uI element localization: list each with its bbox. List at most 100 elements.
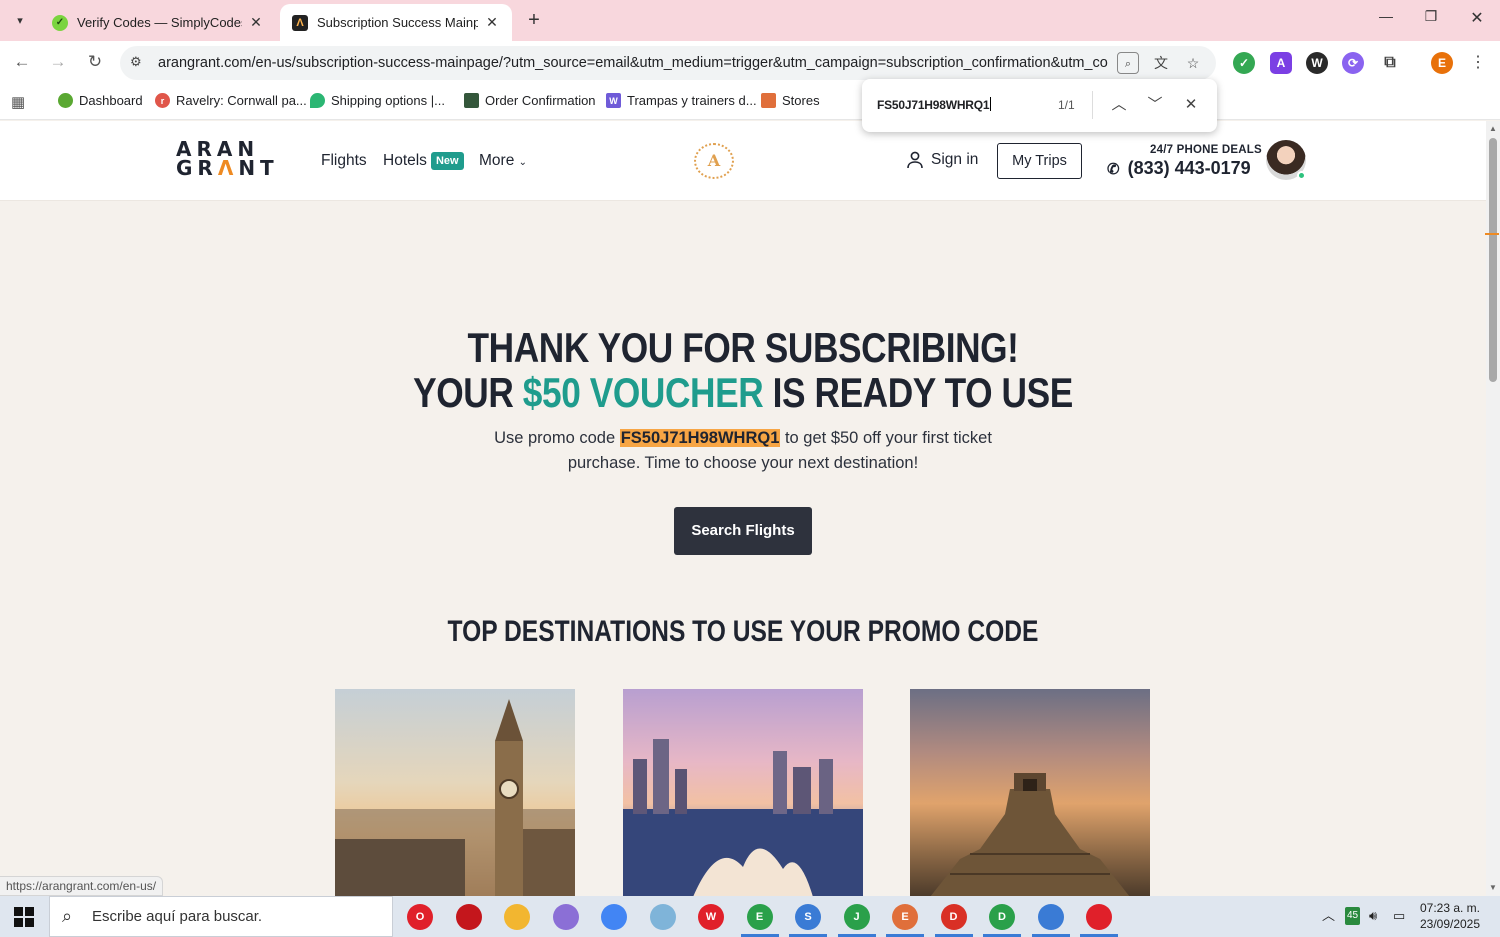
tab-title: Verify Codes — SimplyCodes bbox=[77, 15, 242, 30]
window-close-icon[interactable]: ✕ bbox=[1462, 8, 1492, 30]
promo-code[interactable]: FS50J71H98WHRQ1 bbox=[619, 429, 781, 447]
bookmark-label: Ravelry: Cornwall pa... bbox=[176, 93, 307, 108]
chevron-up-icon[interactable]: ︿ bbox=[1322, 907, 1335, 925]
close-icon[interactable]: ✕ bbox=[1179, 93, 1203, 117]
chrome-profile-d-icon[interactable]: D bbox=[934, 904, 973, 937]
bookmark-order-confirmation[interactable]: Order Confirmation bbox=[464, 93, 596, 108]
chrome-profile-d2-icon[interactable]: D bbox=[983, 904, 1021, 937]
chrome-profile-user-icon[interactable] bbox=[1080, 904, 1118, 937]
my-trips-button[interactable]: My Trips bbox=[997, 143, 1082, 179]
tab-verify-codes[interactable]: ✓ Verify Codes — SimplyCodes ✕ bbox=[40, 4, 276, 41]
taskbar-search[interactable]: ⌕ Escribe aquí para buscar. bbox=[49, 896, 393, 937]
profile-avatar[interactable]: E bbox=[1431, 52, 1453, 74]
agent-avatar[interactable] bbox=[1266, 140, 1306, 180]
chrome-profile-e-icon[interactable]: E bbox=[740, 904, 779, 937]
new-tab-button[interactable]: + bbox=[524, 9, 544, 31]
app-red-icon[interactable] bbox=[455, 904, 482, 930]
nav-flights[interactable]: Flights bbox=[321, 152, 367, 170]
notepad-icon[interactable] bbox=[649, 904, 676, 930]
hero-subtitle-text: YOUR bbox=[413, 369, 523, 416]
network-icon[interactable]: ▭ bbox=[1393, 907, 1405, 925]
find-match-count: 1/1 bbox=[1058, 98, 1075, 112]
logo-text: GR bbox=[176, 156, 218, 180]
tray-app-badge[interactable]: 45 bbox=[1345, 907, 1361, 925]
close-icon[interactable]: ✕ bbox=[248, 14, 264, 31]
bookmark-trampas[interactable]: W Trampas y trainers d... bbox=[606, 93, 757, 108]
windows-taskbar: ⌕ Escribe aquí para buscar. OWESJEDD ︿ 4… bbox=[0, 896, 1500, 937]
bookmark-label: Dashboard bbox=[79, 93, 143, 108]
new-badge: New bbox=[430, 152, 464, 170]
taskbar-clock[interactable]: 07:23 a. m. 23/09/2025 bbox=[1410, 900, 1490, 932]
destination-card-sydney[interactable] bbox=[623, 689, 863, 897]
find-bar: FS50J71H98WHRQ1 1/1 ︿ ﹀ ✕ bbox=[862, 79, 1217, 132]
address-bar[interactable]: ⚙ arangrant.com/en-us/subscription-succe… bbox=[120, 46, 1216, 80]
arangrant-logo[interactable]: ARAN GRΛNT bbox=[176, 139, 282, 180]
bookmark-stores[interactable]: Stores bbox=[761, 93, 820, 108]
destination-card-london[interactable] bbox=[335, 689, 575, 897]
chevron-up-icon[interactable]: ︿ bbox=[1107, 93, 1131, 117]
translate-icon[interactable]: 文 bbox=[1150, 52, 1172, 74]
forward-icon[interactable]: → bbox=[46, 52, 70, 74]
voucher-amount: $50 VOUCHER bbox=[522, 369, 764, 416]
purple-extension-icon[interactable]: ⟳ bbox=[1342, 52, 1364, 74]
taskbar-search-placeholder: Escribe aquí para buscar. bbox=[92, 908, 263, 925]
scroll-up-icon[interactable]: ▲ bbox=[1489, 125, 1497, 133]
windows-start-icon[interactable] bbox=[14, 907, 34, 927]
nav-more[interactable]: More ⌄ bbox=[479, 152, 527, 170]
find-match-marker bbox=[1485, 233, 1499, 235]
bookmark-favicon-icon bbox=[761, 93, 776, 108]
promo-description: Use promo code FS50J71H98WHRQ1 to get $5… bbox=[456, 426, 1030, 476]
bookmark-star-icon[interactable]: ☆ bbox=[1182, 52, 1204, 74]
pen-icon[interactable] bbox=[552, 904, 579, 930]
url-text[interactable]: arangrant.com/en-us/subscription-success… bbox=[158, 55, 1108, 71]
find-in-page-icon[interactable]: ⌕ bbox=[1117, 52, 1139, 74]
reload-icon[interactable]: ↻ bbox=[83, 52, 107, 74]
destination-card-mexico[interactable] bbox=[910, 689, 1150, 897]
shield-extension-icon[interactable]: ✓ bbox=[1233, 52, 1255, 74]
apps-grid-icon[interactable]: ▦ bbox=[11, 93, 25, 111]
bookmark-ravelry[interactable]: r Ravelry: Cornwall pa... bbox=[155, 93, 307, 108]
page-scrollbar[interactable]: ▲ ▼ bbox=[1485, 121, 1500, 896]
chrome-profile-e2-icon[interactable]: E bbox=[886, 904, 924, 937]
close-icon[interactable]: ✕ bbox=[484, 14, 500, 31]
bookmark-dashboard[interactable]: Dashboard bbox=[58, 93, 143, 108]
volume-icon[interactable]: 🔊︎ bbox=[1369, 907, 1377, 925]
online-status-dot bbox=[1297, 171, 1306, 180]
sign-in-link[interactable]: Sign in bbox=[906, 151, 978, 169]
phone-number: (833) 443-0179 bbox=[1127, 158, 1251, 178]
bookmarks-bar: ▦ Dashboard r Ravelry: Cornwall pa... Sh… bbox=[0, 85, 1500, 120]
chrome-profile-s-icon[interactable]: S bbox=[789, 904, 827, 937]
nav-hotels[interactable]: Hotels New bbox=[383, 152, 464, 170]
user-icon bbox=[907, 151, 923, 169]
file-explorer-icon[interactable] bbox=[504, 904, 530, 930]
bookmark-favicon-icon bbox=[464, 93, 479, 108]
bookmark-label: Stores bbox=[782, 93, 820, 108]
back-icon[interactable]: ← bbox=[10, 52, 34, 74]
scroll-down-icon[interactable]: ▼ bbox=[1489, 884, 1497, 892]
bookmark-favicon-icon bbox=[58, 93, 73, 108]
restore-icon[interactable]: ❐ bbox=[1416, 8, 1446, 30]
clock-time: 07:23 a. m. bbox=[1419, 901, 1481, 915]
opera-icon[interactable]: O bbox=[407, 904, 433, 930]
search-flights-button[interactable]: Search Flights bbox=[674, 507, 812, 555]
tab-search-button[interactable]: ▾ bbox=[9, 9, 31, 31]
a-extension-icon[interactable]: A bbox=[1270, 52, 1292, 74]
scroll-thumb[interactable] bbox=[1489, 138, 1497, 382]
phone-number-link[interactable]: ✆ (833) 443-0179 bbox=[1107, 158, 1251, 179]
bookmark-shipping-options[interactable]: Shipping options |... bbox=[310, 93, 445, 108]
chevron-down-icon[interactable]: ﹀ bbox=[1143, 93, 1167, 117]
extensions-puzzle-icon[interactable]: ⧉ bbox=[1379, 52, 1401, 74]
find-input[interactable]: FS50J71H98WHRQ1 bbox=[877, 97, 991, 112]
tab-subscription-success[interactable]: Λ Subscription Success Mainpage ✕ bbox=[280, 4, 512, 41]
logo-accent: Λ bbox=[217, 156, 239, 180]
search-icon: ⌕ bbox=[62, 906, 73, 926]
chrome-icon[interactable] bbox=[601, 904, 627, 930]
chrome-profile-j-icon[interactable]: J bbox=[837, 904, 876, 937]
bookmark-label: Shipping options |... bbox=[331, 93, 445, 108]
minimize-icon[interactable]: — bbox=[1371, 8, 1401, 30]
w-extension-icon[interactable]: W bbox=[1306, 52, 1328, 74]
chrome-profile-globe-icon[interactable] bbox=[1031, 904, 1070, 937]
wps-icon[interactable]: W bbox=[698, 904, 724, 930]
browser-menu-icon[interactable]: ⋮ bbox=[1470, 52, 1486, 74]
site-info-icon[interactable]: ⚙ bbox=[130, 54, 142, 70]
